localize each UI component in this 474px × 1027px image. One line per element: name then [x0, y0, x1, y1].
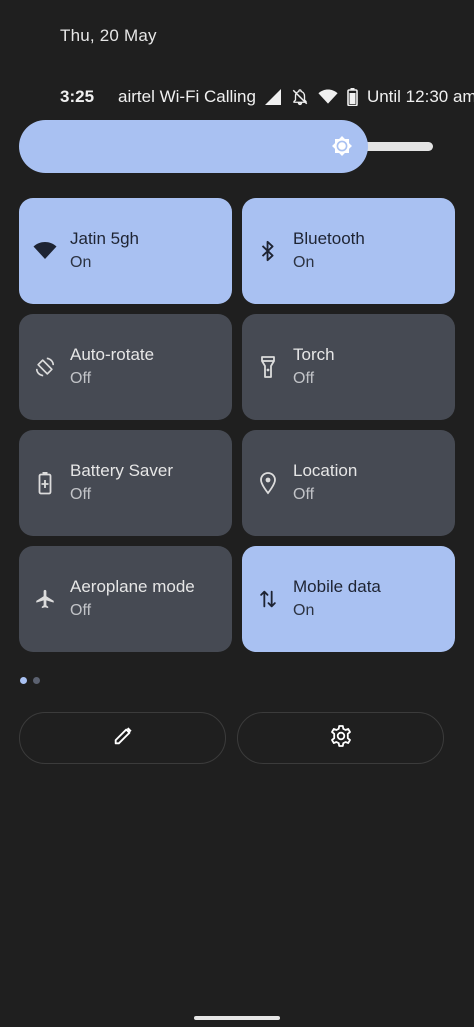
- tile-state: Off: [293, 486, 315, 503]
- tile-state: On: [293, 254, 315, 271]
- tile-battery-saver[interactable]: Battery Saver Off: [19, 430, 232, 536]
- brightness-icon: [330, 134, 354, 158]
- status-time: 3:25: [60, 87, 95, 106]
- mute-icon: [291, 88, 309, 106]
- mobile-data-icon: [256, 587, 280, 611]
- settings-button[interactable]: [237, 712, 444, 764]
- tile-label: Location: [293, 461, 358, 480]
- brightness-track[interactable]: [359, 142, 433, 151]
- location-icon: [256, 471, 280, 495]
- brightness-fill[interactable]: [19, 120, 368, 173]
- page-dot: [33, 677, 40, 684]
- tile-state: Off: [70, 486, 92, 503]
- battery-icon: [347, 88, 358, 106]
- tile-label: Jatin 5gh: [70, 229, 139, 248]
- bluetooth-icon: [256, 239, 280, 263]
- tile-state: On: [293, 602, 315, 619]
- tile-aeroplane-mode[interactable]: Aeroplane mode Off: [19, 546, 232, 652]
- torch-icon: [256, 355, 280, 379]
- tile-mobile-data[interactable]: Mobile data On: [242, 546, 455, 652]
- tile-label: Aeroplane mode: [70, 577, 195, 596]
- tile-state: Off: [293, 370, 315, 387]
- page-dot-active: [20, 677, 27, 684]
- tile-label: Bluetooth: [293, 229, 365, 248]
- tile-label: Auto-rotate: [70, 345, 155, 364]
- tile-location[interactable]: Location Off: [242, 430, 455, 536]
- tile-torch[interactable]: Torch Off: [242, 314, 455, 420]
- carrier-label: airtel Wi-Fi Calling: [118, 87, 256, 106]
- tile-label: Battery Saver: [70, 461, 173, 480]
- settings-icon: [329, 724, 353, 753]
- tile-state: Off: [70, 370, 92, 387]
- home-gesture-bar[interactable]: [194, 1016, 280, 1020]
- date-label: Thu, 20 May: [60, 26, 157, 45]
- edit-button[interactable]: [19, 712, 226, 764]
- page-indicator: [20, 677, 40, 684]
- auto-rotate-icon: [33, 355, 57, 379]
- wifi-icon: [318, 89, 338, 105]
- battery-saver-icon: [33, 471, 57, 495]
- tile-state: On: [70, 254, 92, 271]
- signal-icon: [264, 88, 282, 106]
- tile-label: Mobile data: [293, 577, 381, 596]
- aeroplane-icon: [33, 587, 57, 611]
- status-bar: 3:25 airtel Wi-Fi Calling Until 12:30 am: [60, 86, 474, 108]
- tile-auto-rotate[interactable]: Auto-rotate Off: [19, 314, 232, 420]
- battery-until-label: Until 12:30 am: [366, 87, 474, 106]
- wifi-icon: [33, 239, 57, 263]
- tile-wifi[interactable]: Jatin 5gh On: [19, 198, 232, 304]
- tile-bluetooth[interactable]: Bluetooth On: [242, 198, 455, 304]
- tile-state: Off: [70, 602, 92, 619]
- tile-label: Torch: [293, 345, 335, 364]
- edit-icon: [112, 725, 134, 752]
- brightness-slider[interactable]: [19, 120, 433, 173]
